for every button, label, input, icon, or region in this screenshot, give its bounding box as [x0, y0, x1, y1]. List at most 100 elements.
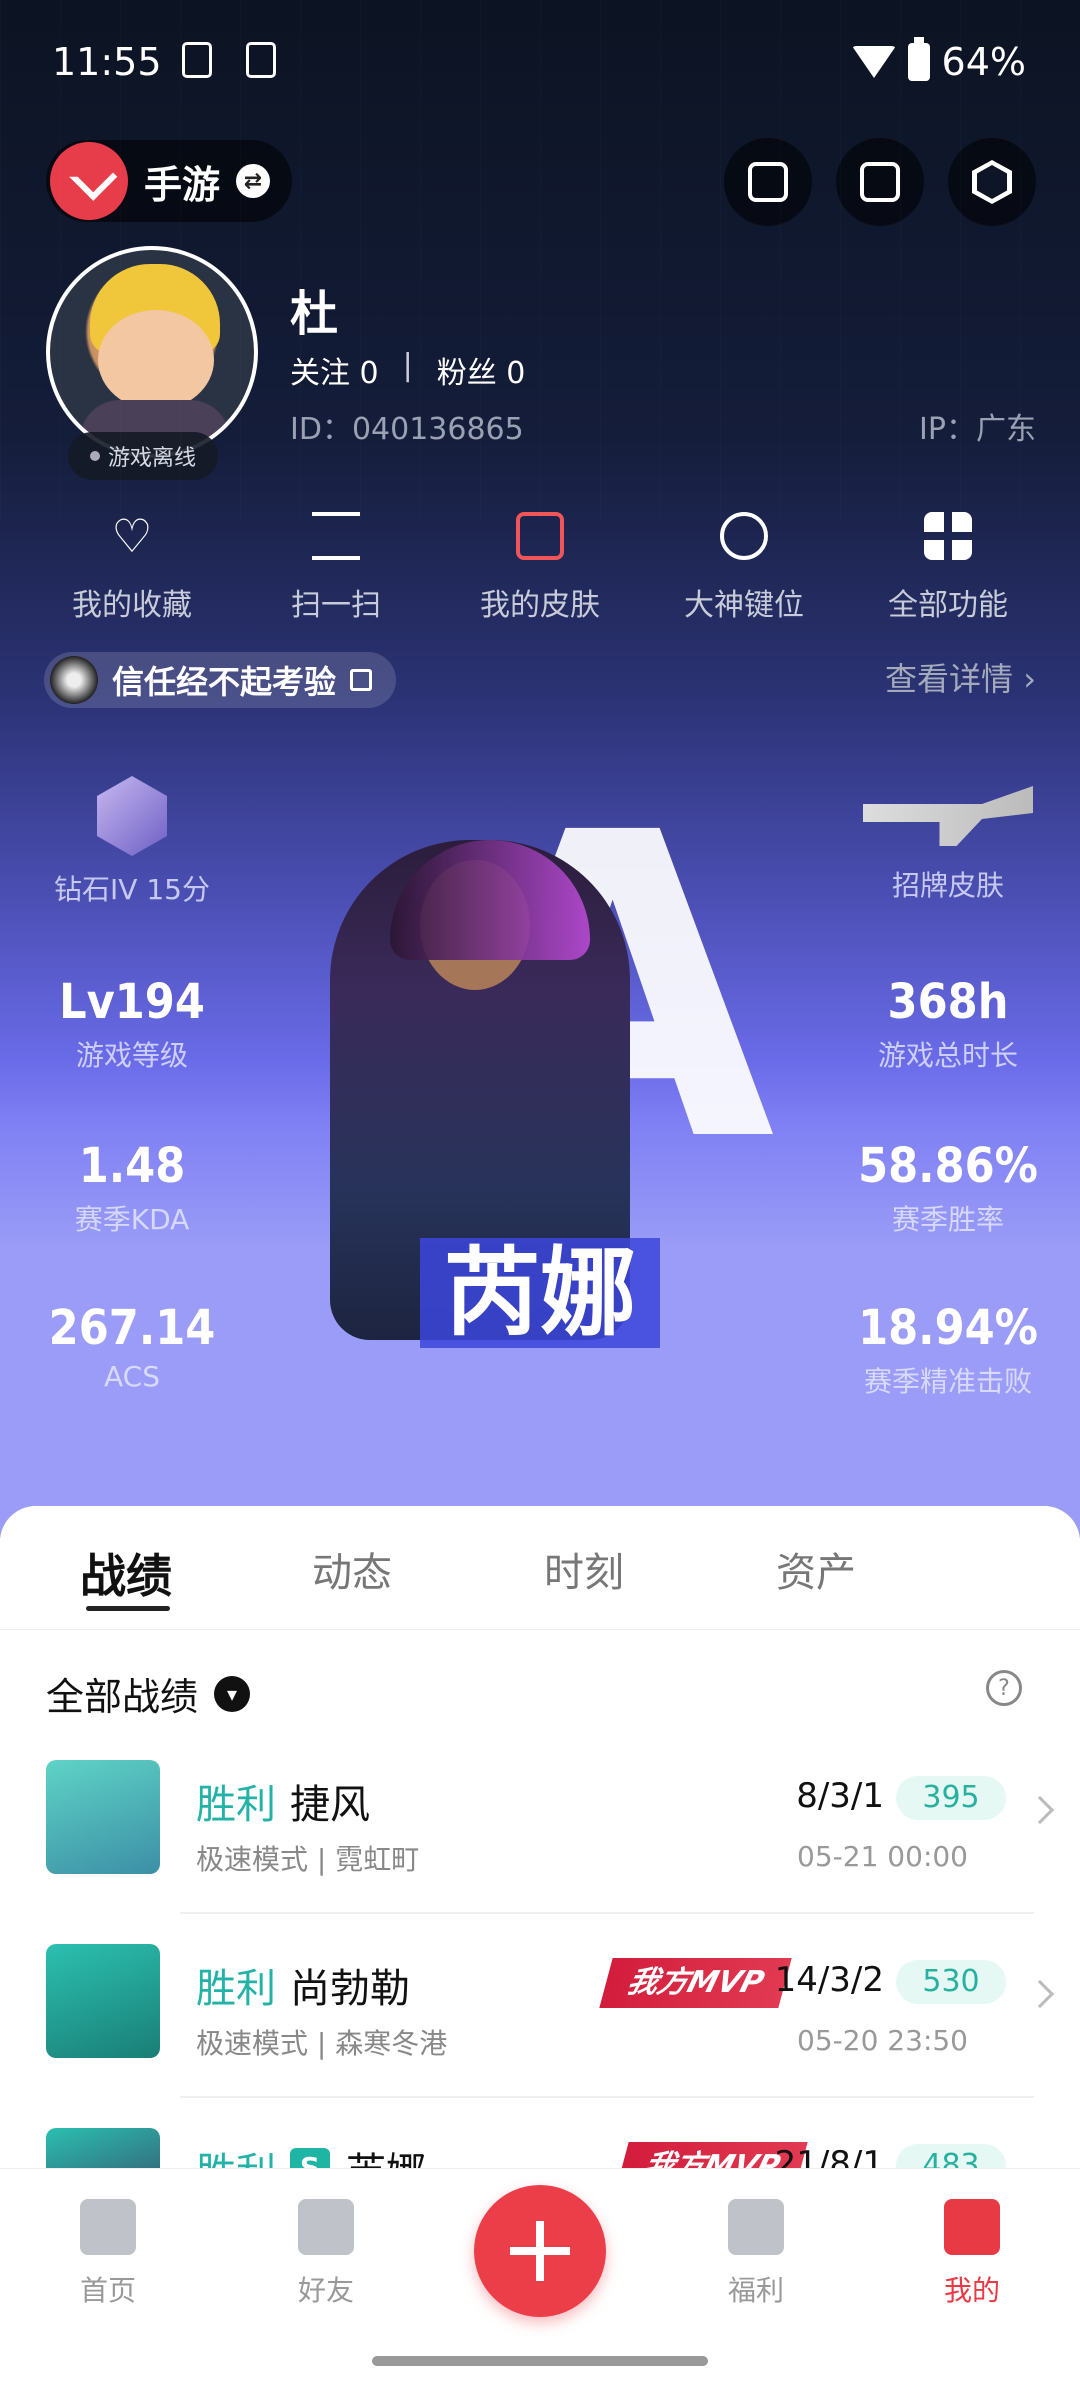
nav-profile[interactable]: 我的	[892, 2199, 1052, 2309]
match-row[interactable]: 胜利 尚勃勒 极速模式 | 森寒冬港 我方MVP 14/3/2 530 05-2…	[0, 1914, 1080, 2098]
nav-label: 首页	[79, 2274, 136, 2307]
shortcut-label: 大神键位	[684, 588, 804, 623]
agent-thumbnail	[46, 1944, 160, 2058]
winrate-label: 赛季胜率	[891, 1203, 1004, 1236]
rank-label: 钻石IV 15分	[54, 873, 210, 906]
match-agent: 尚勃勒	[290, 1966, 410, 2012]
stat-headshot: 18.94% 赛季精准击败	[818, 1300, 1078, 1400]
copy-icon	[350, 669, 373, 691]
agent-name-banner: 芮娜	[420, 1238, 660, 1348]
settings-button[interactable]	[948, 138, 1036, 226]
sparkle-card-icon	[748, 162, 788, 202]
chevron-right-icon	[1025, 1795, 1055, 1825]
status-bar: 11:55 64%	[0, 0, 1080, 120]
status-time: 11:55	[52, 40, 162, 84]
create-post-button[interactable]	[474, 2185, 606, 2317]
shortcut-label: 全部功能	[888, 588, 1008, 623]
edit-card-button[interactable]	[724, 138, 812, 226]
match-date: 05-21 00:00	[797, 1840, 968, 1873]
shortcut-all-features[interactable]: 全部功能	[858, 512, 1038, 624]
settings-hex-icon	[972, 160, 1012, 204]
nav-home[interactable]: 首页	[28, 2199, 188, 2309]
stat-acs: 267.14 ACS	[2, 1300, 262, 1393]
headshot-value: 18.94%	[858, 1300, 1038, 1356]
fans-count[interactable]: 粉丝 0	[437, 348, 526, 392]
tab-assets[interactable]: 资产	[746, 1506, 978, 1629]
match-kda: 14/3/2	[774, 1960, 884, 2000]
friends-icon	[298, 2199, 354, 2255]
mvp-badge: 我方MVP	[599, 1958, 792, 2008]
battery-icon	[907, 37, 930, 81]
nav-label: 好友	[297, 2274, 354, 2307]
ip-location: IP：广东	[919, 412, 1036, 447]
records-filter[interactable]: 全部战绩 ▾	[46, 1666, 251, 1721]
game-status-badge: 游戏离线	[68, 432, 219, 480]
stat-kda: 1.48 赛季KDA	[2, 1138, 262, 1238]
shortcut-label: 我的收藏	[72, 588, 192, 623]
shortcut-bar: ♡ 我的收藏 扫一扫 我的皮肤 大神键位 全部功能	[0, 512, 1080, 624]
offline-dot-icon	[90, 451, 100, 461]
headshot-label: 赛季精准击败	[863, 1365, 1032, 1398]
shortcut-keybinds[interactable]: 大神键位	[654, 512, 834, 624]
match-row[interactable]: 胜利 捷风 极速模式 | 霓虹町 8/3/1 395 05-21 00:00	[0, 1730, 1080, 1914]
wifi-icon	[851, 46, 896, 78]
stat-signature-skin[interactable]: 招牌皮肤	[818, 776, 1078, 904]
skin-icon	[516, 512, 564, 560]
game-switcher[interactable]: 手游 ⇄	[46, 140, 293, 222]
nav-rewards[interactable]: 福利	[676, 2199, 836, 2309]
gift-icon	[728, 2199, 784, 2255]
level-label: 游戏等级	[75, 1039, 188, 1072]
profile-tabs: 战绩 动态 时刻 资产	[0, 1506, 1080, 1630]
acs-value: 267.14	[48, 1300, 216, 1356]
match-agent: 捷风	[290, 1782, 370, 1828]
game-name: 手游	[144, 162, 221, 207]
playtime-label: 游戏总时长	[877, 1039, 1018, 1072]
swap-icon: ⇄	[236, 164, 271, 198]
profile-icon	[944, 2199, 1000, 2255]
home-indicator[interactable]	[372, 2356, 708, 2366]
level-value: Lv194	[59, 974, 205, 1030]
username: 杜	[290, 286, 339, 342]
game-status-text: 游戏离线	[108, 446, 197, 471]
tab-activity[interactable]: 动态	[282, 1506, 514, 1629]
share-icon	[860, 162, 900, 202]
match-score: 395	[896, 1776, 1006, 1820]
status-right: 64%	[851, 37, 1026, 84]
rifle-skin-icon	[863, 786, 1033, 846]
follow-row: 关注 0 | 粉丝 0	[290, 348, 525, 392]
game-logo-icon	[50, 142, 128, 220]
filter-label: 全部战绩	[46, 1675, 199, 1719]
stat-winrate: 58.86% 赛季胜率	[818, 1138, 1078, 1238]
match-mode: 极速模式 | 霓虹町	[196, 1843, 420, 1876]
tab-moments[interactable]: 时刻	[514, 1506, 746, 1629]
battery-level: 64%	[941, 40, 1026, 84]
title-badge[interactable]: 信任经不起考验	[44, 652, 397, 708]
match-result: 胜利	[196, 1782, 276, 1828]
stat-rank[interactable]: 钻石IV 15分	[2, 776, 262, 908]
shortcut-skins[interactable]: 我的皮肤	[450, 512, 630, 624]
user-id: ID：040136865	[290, 412, 524, 447]
shortcut-favorites[interactable]: ♡ 我的收藏	[42, 512, 222, 624]
nav-label: 我的	[943, 2274, 1000, 2307]
shortcut-scan[interactable]: 扫一扫	[246, 512, 426, 624]
view-details-link[interactable]: 查看详情 ›	[885, 654, 1036, 700]
sim-off-icon	[182, 42, 212, 78]
nav-friends[interactable]: 好友	[246, 2199, 406, 2309]
home-icon	[80, 2199, 136, 2255]
follow-separator: |	[402, 348, 413, 383]
match-result: 胜利	[196, 1966, 276, 2012]
match-score: 530	[896, 1960, 1006, 2004]
following-count[interactable]: 关注 0	[290, 348, 379, 392]
scan-icon	[312, 512, 360, 560]
crosshair-icon	[720, 512, 768, 560]
rank-diamond-icon	[97, 776, 167, 856]
share-button[interactable]	[836, 138, 924, 226]
grid-icon	[924, 512, 972, 560]
stat-level: Lv194 游戏等级	[2, 974, 262, 1074]
profile-hero: 11:55 64% 手游 ⇄ 游戏离线 杜 关注 0 | 粉丝 0 ID：040…	[0, 0, 1080, 1560]
shortcut-label: 扫一扫	[291, 588, 381, 623]
avatar[interactable]	[46, 246, 258, 458]
help-icon[interactable]: ?	[986, 1670, 1022, 1706]
acs-label: ACS	[104, 1360, 160, 1393]
kda-value: 1.48	[78, 1138, 186, 1194]
